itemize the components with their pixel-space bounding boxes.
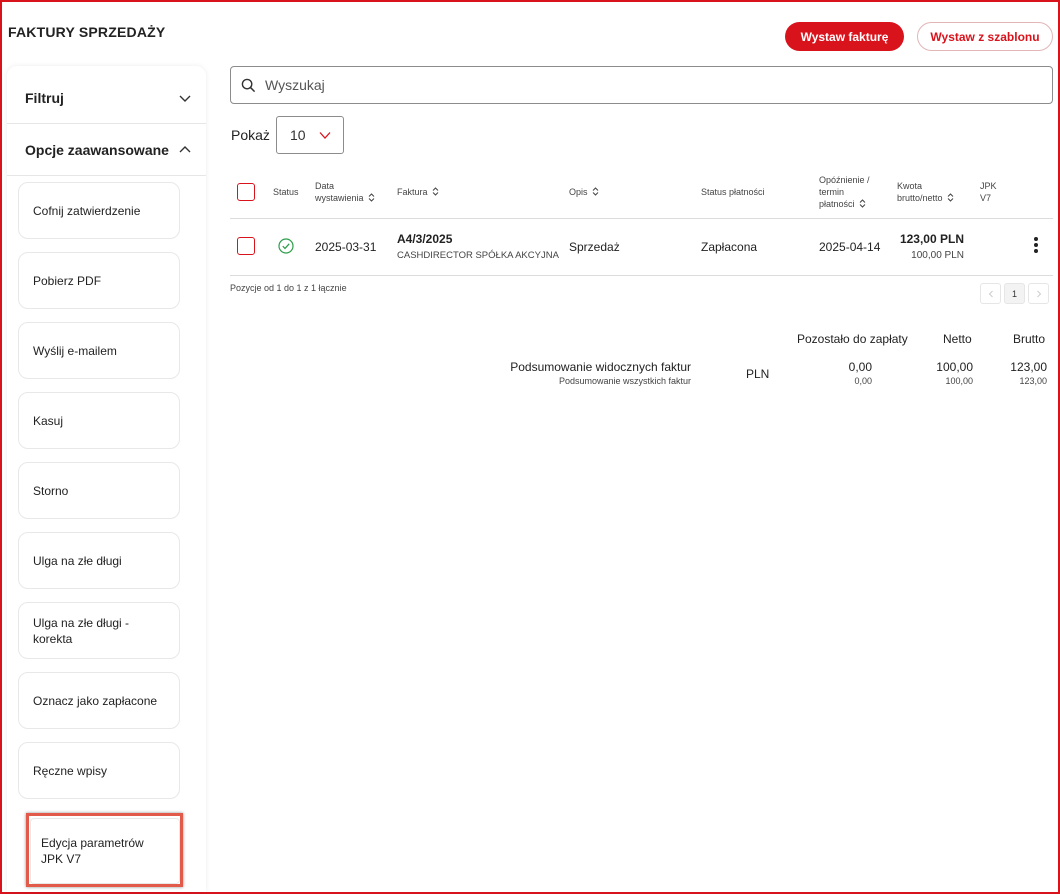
summary-all-net: 100,00 xyxy=(945,376,973,386)
summary-all-gross: 123,00 xyxy=(1019,376,1047,386)
filter-accordion[interactable]: Filtruj xyxy=(7,72,206,124)
column-header-amount[interactable]: Kwota brutto/netto xyxy=(897,180,969,204)
summary-net-header: Netto xyxy=(943,332,972,346)
summary-visible-gross: 123,00 xyxy=(1010,360,1047,374)
chevron-right-icon xyxy=(1036,290,1041,297)
summary-all-label: Podsumowanie wszystkich faktur xyxy=(558,376,691,386)
pagination-page-button[interactable]: 1 xyxy=(1004,283,1025,304)
page-size-value: 10 xyxy=(290,127,306,143)
manual-entries-button[interactable]: Ręczne wpisy xyxy=(18,742,180,799)
search-icon xyxy=(241,78,256,92)
chevron-down-icon xyxy=(179,95,191,102)
page-size-label: Pokaż xyxy=(231,127,270,143)
issue-from-template-button[interactable]: Wystaw z szablonu xyxy=(917,22,1053,51)
summary-currency: PLN xyxy=(746,367,770,381)
advanced-options-label: Opcje zaawansowane xyxy=(25,141,169,158)
download-pdf-button[interactable]: Pobierz PDF xyxy=(18,252,180,309)
summary-visible-net: 100,00 xyxy=(936,360,973,374)
table-header-divider xyxy=(230,218,1053,219)
mark-as-paid-button[interactable]: Oznacz jako zapłacone xyxy=(18,672,180,729)
bad-debt-relief-button[interactable]: Ulga na złe długi xyxy=(18,532,180,589)
summary-visible-label: Podsumowanie widocznych faktur xyxy=(510,360,691,374)
column-header-invoice[interactable]: Faktura xyxy=(397,186,439,198)
summary-remaining-header: Pozostało do zapłaty xyxy=(797,332,908,346)
bad-debt-relief-correction-button[interactable]: Ulga na złe długi - korekta xyxy=(18,602,180,659)
column-header-delay[interactable]: Opóźnienie / termin płatności xyxy=(819,174,881,210)
column-header-amount-label: Kwota brutto/netto xyxy=(897,181,943,203)
paid-status-icon xyxy=(278,238,294,254)
column-header-issue-date[interactable]: Data wystawienia xyxy=(315,180,385,204)
advanced-options-accordion[interactable]: Opcje zaawansowane xyxy=(7,124,206,176)
undo-approval-button[interactable]: Cofnij zatwierdzenie xyxy=(18,182,180,239)
sort-icon xyxy=(859,199,866,208)
issue-invoice-button[interactable]: Wystaw fakturę xyxy=(785,22,904,51)
select-all-checkbox[interactable] xyxy=(237,183,255,201)
row-checkbox[interactable] xyxy=(237,237,255,255)
sort-icon xyxy=(368,193,375,202)
sort-icon xyxy=(592,187,599,196)
column-header-payment-status[interactable]: Status płatności xyxy=(701,186,765,198)
net-amount: 100,00 PLN xyxy=(911,250,964,261)
sort-icon xyxy=(947,193,954,202)
storno-button[interactable]: Storno xyxy=(18,462,180,519)
due-date-cell: 2025-04-14 xyxy=(819,240,881,254)
customer-name: CASHDIRECTOR SPÓŁKA AKCYJNA xyxy=(397,250,559,261)
delete-button[interactable]: Kasuj xyxy=(18,392,180,449)
pagination-next-button[interactable] xyxy=(1028,283,1049,304)
page-size-select[interactable]: 10 xyxy=(276,116,344,154)
summary-all-remaining: 0,00 xyxy=(854,376,872,386)
summary-gross-header: Brutto xyxy=(1013,332,1046,346)
search-input[interactable] xyxy=(265,77,1005,93)
payment-status-cell: Zapłacona xyxy=(701,240,758,254)
column-header-issue-date-label: Data wystawienia xyxy=(315,181,364,203)
send-email-button[interactable]: Wyślij e-mailem xyxy=(18,322,180,379)
column-header-jpk[interactable]: JPK V7 xyxy=(980,180,1002,204)
issue-date-cell: 2025-03-31 xyxy=(315,240,377,254)
description-cell: Sprzedaż xyxy=(569,240,620,254)
column-header-status[interactable]: Status xyxy=(273,186,299,198)
pagination-prev-button[interactable] xyxy=(980,283,1001,304)
sort-icon xyxy=(432,187,439,196)
search-box[interactable] xyxy=(230,66,1053,104)
filter-label: Filtruj xyxy=(25,89,64,106)
column-header-description[interactable]: Opis xyxy=(569,186,599,198)
chevron-down-icon xyxy=(319,132,331,139)
column-header-description-label: Opis xyxy=(569,187,588,197)
summary-visible-remaining: 0,00 xyxy=(848,360,872,374)
chevron-up-icon xyxy=(179,145,191,152)
gross-amount: 123,00 PLN xyxy=(899,232,964,246)
table-row-divider xyxy=(230,275,1053,276)
column-header-invoice-label: Faktura xyxy=(397,187,428,197)
row-menu-icon[interactable] xyxy=(1034,237,1038,253)
edit-jpk-v7-parameters-button[interactable]: Edycja parametrów JPK V7 xyxy=(30,818,180,884)
page-title: FAKTURY SPRZEDAŻY xyxy=(8,24,166,40)
pagination-info: Pozycje od 1 do 1 z 1 łącznie xyxy=(230,283,347,293)
chevron-left-icon xyxy=(988,290,993,297)
invoice-number-link[interactable]: A4/3/2025 xyxy=(397,232,452,246)
